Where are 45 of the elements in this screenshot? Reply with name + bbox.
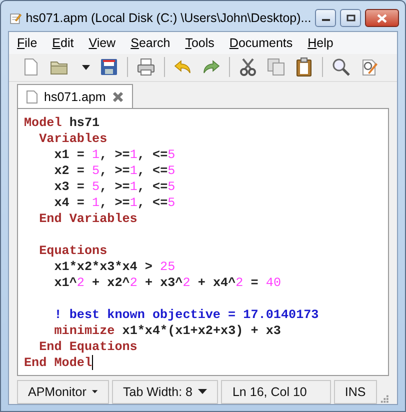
status-dropdown[interactable]: APMonitor [17, 380, 109, 404]
minimize-button[interactable] [315, 9, 336, 27]
maximize-button[interactable] [340, 9, 362, 27]
maximize-icon [346, 14, 356, 22]
menu-item[interactable]: Documents [229, 36, 293, 50]
tab-label: hs071.apm [44, 90, 106, 104]
code-line: minimize x1*x4*(x1+x2+x3) + x3 [53, 322, 281, 339]
status-text: INS [334, 380, 377, 404]
resize-grip-icon[interactable] [380, 394, 389, 404]
code-line: Model hs71 [24, 114, 100, 131]
code-line: Variables [38, 130, 108, 147]
printer-icon[interactable] [136, 57, 156, 78]
status-text: Ln 16, Col 10 [221, 380, 331, 404]
code-line: x1 = 1, >=1, <=5 [53, 146, 176, 163]
search-icon[interactable] [331, 57, 351, 78]
menu-item[interactable]: Tools [185, 36, 214, 50]
menu-item[interactable]: File [17, 36, 38, 50]
scissors-icon[interactable] [238, 57, 258, 78]
code-line: x3 = 5, >=1, <=5 [53, 178, 176, 195]
menu-item[interactable]: View [88, 36, 116, 50]
dropdown-label: Tab Width: 8 [123, 385, 192, 400]
menu-item[interactable]: Search [130, 36, 170, 50]
clipboard-icon[interactable] [294, 57, 314, 78]
code-line: ! best known objective = 17.0140173 [53, 306, 319, 323]
file-icon [26, 90, 38, 104]
code-line: x1^2 + x2^2 + x3^2 + x4^2 = 40 [53, 274, 282, 291]
close-icon [377, 14, 388, 22]
code-line: End Model [24, 354, 94, 371]
menu-item[interactable]: Help [308, 36, 334, 50]
code-line: End Equations [38, 338, 138, 355]
caret-icon [92, 389, 98, 396]
dropdown-label: APMonitor [28, 385, 86, 400]
caret-icon [198, 389, 208, 396]
code-line: Equations [38, 242, 108, 259]
menu-item[interactable]: Edit [52, 36, 74, 50]
status-dropdown[interactable]: Tab Width: 8 [112, 380, 218, 404]
code-line: x1*x2*x3*x4 > 25 [53, 258, 176, 275]
close-icon[interactable] [112, 90, 124, 103]
close-button[interactable] [365, 9, 399, 27]
code-line: x2 = 5, >=1, <=5 [53, 162, 176, 179]
save-icon[interactable] [99, 57, 119, 78]
code-line: End Variables [38, 210, 138, 227]
file-tab[interactable]: hs071.apm [17, 84, 133, 109]
window-title: hs071.apm (Local Disk (C:) \Users\John\Desktop)... [26, 11, 312, 25]
code-line: x4 = 1, >=1, <=5 [53, 194, 176, 211]
